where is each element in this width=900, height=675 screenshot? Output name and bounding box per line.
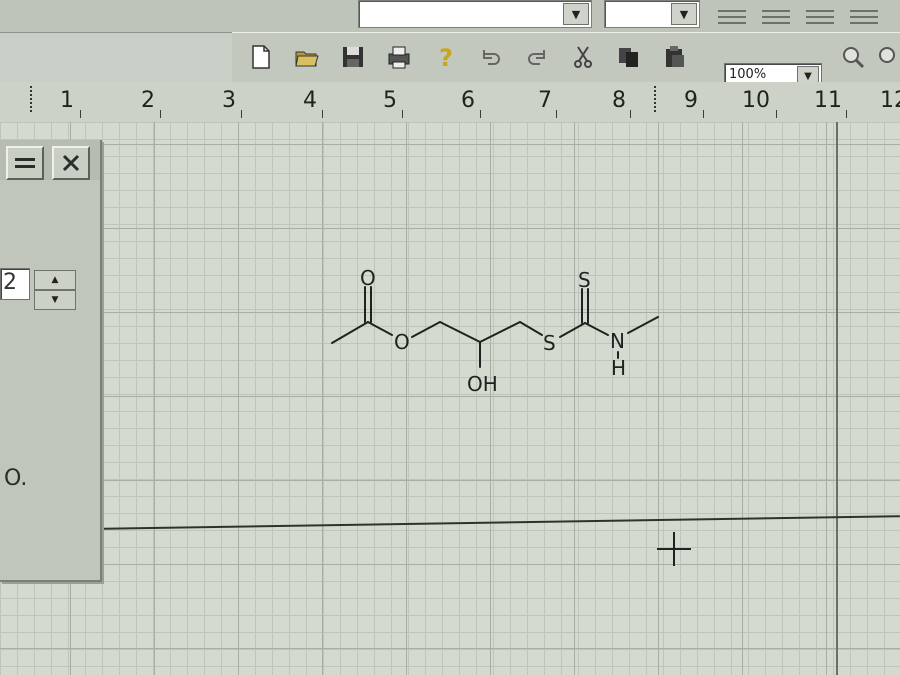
page-edge-line — [836, 122, 838, 675]
bond — [479, 321, 521, 343]
undo-icon[interactable] — [474, 41, 508, 73]
align-right-icon[interactable] — [806, 8, 834, 26]
redo-icon[interactable] — [520, 41, 554, 73]
atom-label: OH — [467, 372, 498, 396]
bond — [439, 321, 481, 343]
ruler-label: 5 — [383, 88, 397, 113]
bond — [519, 321, 543, 336]
zoom-value: 100% — [729, 67, 767, 82]
ruler-label: 7 — [538, 88, 552, 113]
print-icon[interactable] — [382, 41, 416, 73]
ruler-label: 1 — [60, 88, 74, 113]
ruler-label: 4 — [303, 88, 317, 113]
horizontal-ruler: 1 2 3 4 5 6 7 8 9 10 11 12 — [0, 82, 900, 123]
atom-label: S — [543, 331, 556, 355]
align-center-icon[interactable] — [762, 8, 790, 26]
paste-icon[interactable] — [658, 41, 692, 73]
left-margin-marker[interactable] — [30, 86, 34, 112]
bond — [559, 322, 586, 338]
panel-titlebar[interactable] — [0, 140, 100, 180]
panel-text: O. — [4, 466, 28, 491]
spin-value: 2 — [3, 270, 17, 295]
bond — [367, 321, 393, 336]
minimize-icon[interactable] — [6, 146, 44, 180]
spin-down-icon[interactable]: ▼ — [34, 290, 76, 310]
save-icon[interactable] — [336, 41, 370, 73]
svg-text:?: ? — [439, 44, 453, 70]
format-toolbar: ▼ ▼ — [0, 0, 900, 33]
spin-up-icon[interactable]: ▲ — [34, 270, 76, 290]
atom-label: O — [394, 330, 410, 354]
align-left-icon[interactable] — [718, 8, 746, 26]
chemical-structure[interactable]: O O OH S S N H — [320, 255, 700, 405]
atom-label: N — [610, 329, 625, 353]
new-file-icon[interactable] — [244, 41, 278, 73]
right-margin-marker[interactable] — [654, 86, 658, 112]
copy-icon[interactable] — [612, 41, 646, 73]
bond — [627, 316, 659, 334]
chevron-down-icon[interactable]: ▼ — [671, 3, 697, 25]
standard-toolbar: ? 100% ▼ — [232, 32, 900, 89]
floating-tool-panel: 2 ▲ ▼ O. — [0, 140, 102, 582]
ruler-label: 9 — [684, 88, 698, 113]
justify-icon[interactable] — [850, 8, 878, 26]
ruler-label: 12 — [880, 88, 900, 113]
open-folder-icon[interactable] — [290, 41, 324, 73]
help-icon[interactable]: ? — [428, 41, 462, 73]
crosshair-cursor-icon — [657, 532, 691, 566]
close-icon[interactable] — [52, 146, 90, 180]
ruler-label: 2 — [141, 88, 155, 113]
atom-label: S — [578, 268, 591, 292]
zoom-in-icon[interactable] — [836, 41, 870, 73]
cut-icon[interactable] — [566, 41, 600, 73]
ruler-label: 10 — [742, 88, 770, 113]
atom-label: O — [360, 266, 376, 290]
chevron-down-icon[interactable]: ▼ — [563, 3, 589, 25]
font-name-dropdown[interactable]: ▼ — [358, 0, 592, 28]
ruler-label: 6 — [461, 88, 475, 113]
bond — [584, 322, 609, 336]
bond — [411, 321, 441, 338]
font-size-dropdown[interactable]: ▼ — [604, 0, 700, 28]
zoom-out-icon[interactable] — [872, 41, 900, 73]
bond — [331, 321, 369, 344]
atom-label: H — [611, 356, 626, 380]
number-spin-field[interactable]: 2 — [0, 268, 30, 300]
ruler-label: 3 — [222, 88, 236, 113]
ruler-label: 11 — [814, 88, 842, 113]
ruler-label: 8 — [612, 88, 626, 113]
